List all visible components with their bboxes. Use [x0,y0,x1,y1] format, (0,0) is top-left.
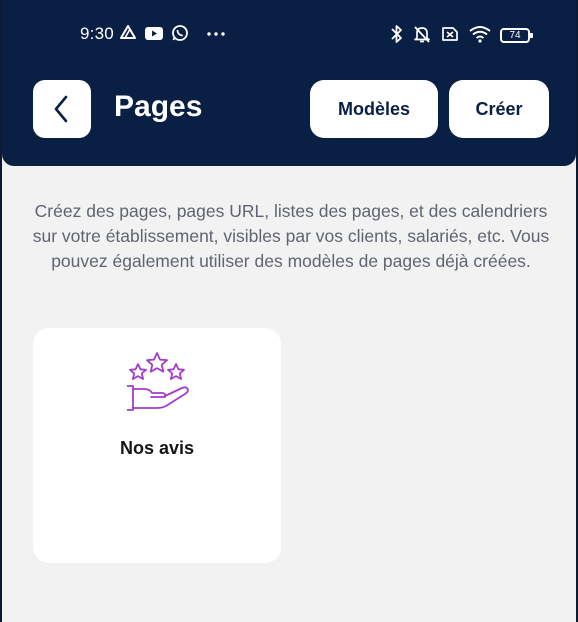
status-bar: 9:30 74 [2,20,576,50]
rating-stars-hand-icon [122,348,194,416]
page-description: Créez des pages, pages URL, listes des p… [32,201,550,271]
chevron-left-icon [52,94,72,124]
status-time: 9:30 [80,24,114,43]
youtube-icon [144,24,164,44]
battery-indicator: 74 [500,28,533,43]
back-button[interactable] [33,80,91,138]
no-sim-icon [440,24,460,44]
wifi-icon [468,24,491,44]
app-screen: 9:30 74 Pages Modèles Créer Créez des pa… [0,0,578,622]
whatsapp-icon [171,24,191,44]
page-title: Pages [114,90,203,123]
silent-icon [412,24,432,44]
header: 9:30 74 Pages Modèles Créer [2,0,576,166]
drive-icon [119,24,139,44]
templates-button[interactable]: Modèles [310,80,438,138]
bluetooth-icon [389,24,409,44]
create-button[interactable]: Créer [449,80,549,138]
page-card-label: Nos avis [119,438,195,458]
more-dots-icon [206,24,226,44]
page-card-nos-avis[interactable]: Nos avis [33,328,281,563]
